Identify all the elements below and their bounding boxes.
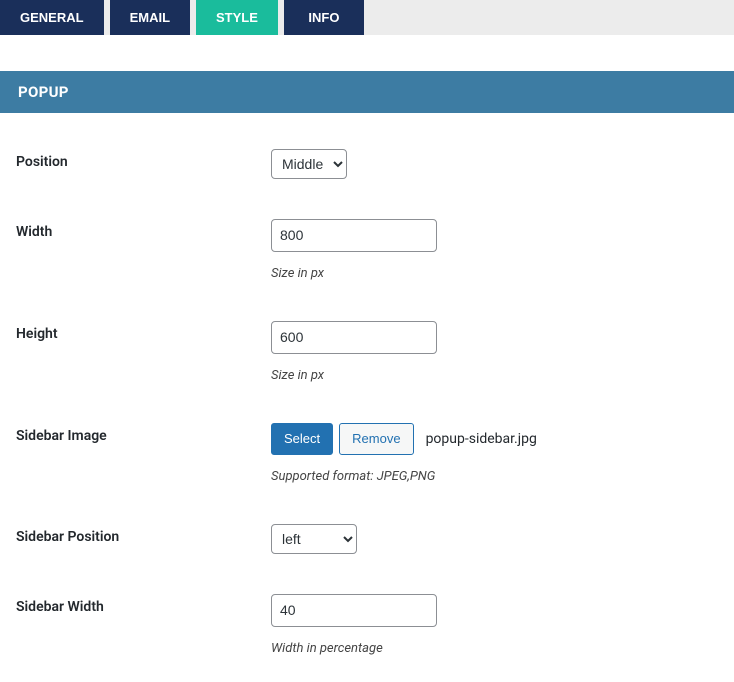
row-position: Position Middle xyxy=(16,129,718,199)
row-sidebar-width: Sidebar Width Width in percentage xyxy=(16,574,718,676)
position-select[interactable]: Middle xyxy=(271,149,347,179)
tab-general[interactable]: GENERAL xyxy=(0,0,104,35)
tab-bar: GENERAL EMAIL STYLE INFO xyxy=(0,0,734,35)
width-input[interactable] xyxy=(271,219,437,252)
section-header-popup: POPUP xyxy=(0,71,734,113)
select-image-button[interactable]: Select xyxy=(271,423,333,455)
sidebar-position-select[interactable]: left xyxy=(271,524,357,554)
control-width: Size in px xyxy=(271,219,718,281)
row-sidebar-image: Sidebar Image Select Remove popup-sideba… xyxy=(16,403,718,504)
sidebar-image-filename: popup-sidebar.jpg xyxy=(426,431,537,447)
tab-email[interactable]: EMAIL xyxy=(110,0,190,35)
label-sidebar-position: Sidebar Position xyxy=(16,524,271,545)
sidebar-width-input[interactable] xyxy=(271,594,437,627)
height-input[interactable] xyxy=(271,321,437,354)
control-sidebar-position: left xyxy=(271,524,718,554)
label-position: Position xyxy=(16,149,271,170)
sidebar-width-help: Width in percentage xyxy=(271,641,718,656)
control-sidebar-image: Select Remove popup-sidebar.jpg Supporte… xyxy=(271,423,718,484)
control-position: Middle xyxy=(271,149,718,179)
row-height: Height Size in px xyxy=(16,301,718,403)
label-sidebar-width: Sidebar Width xyxy=(16,594,271,615)
sidebar-image-help: Supported format: JPEG,PNG xyxy=(271,469,718,484)
remove-image-button[interactable]: Remove xyxy=(339,423,413,455)
control-height: Size in px xyxy=(271,321,718,383)
width-help: Size in px xyxy=(271,266,718,281)
height-help: Size in px xyxy=(271,368,718,383)
label-height: Height xyxy=(16,321,271,342)
row-width: Width Size in px xyxy=(16,199,718,301)
tab-style[interactable]: STYLE xyxy=(196,0,278,35)
form-body: Position Middle Width Size in px Height … xyxy=(0,113,734,682)
label-width: Width xyxy=(16,219,271,240)
row-sidebar-position: Sidebar Position left xyxy=(16,504,718,574)
control-sidebar-width: Width in percentage xyxy=(271,594,718,656)
tab-info[interactable]: INFO xyxy=(284,0,364,35)
label-sidebar-image: Sidebar Image xyxy=(16,423,271,444)
